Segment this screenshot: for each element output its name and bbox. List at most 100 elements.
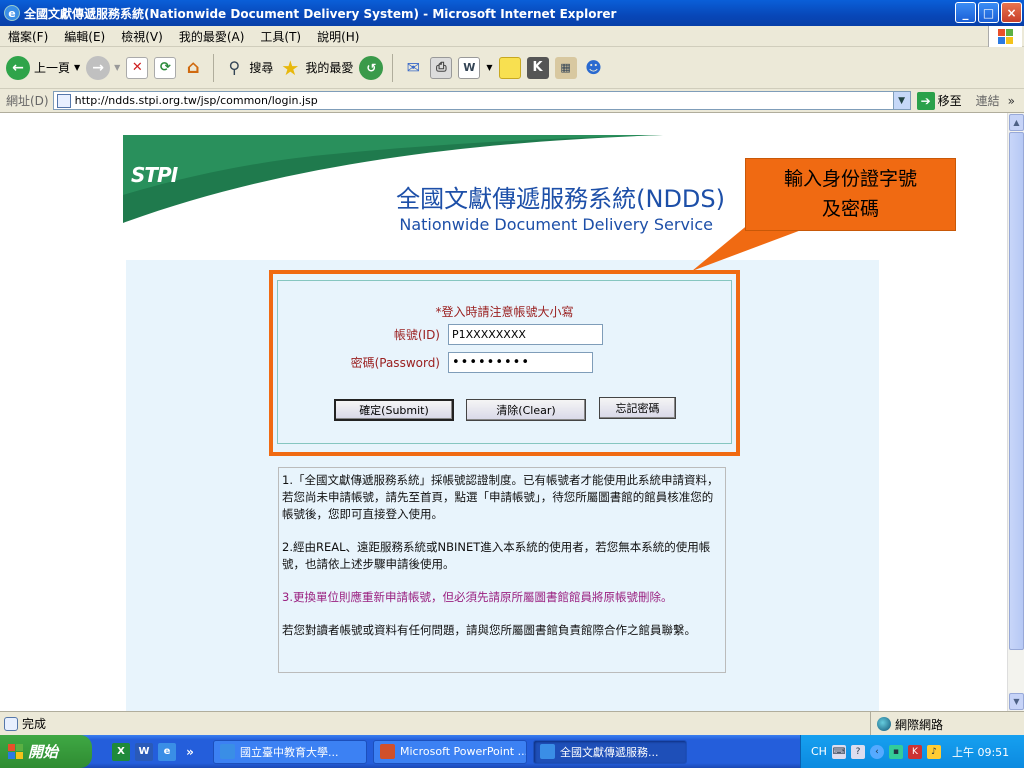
banner-title-en: Nationwide Document Delivery Service [399, 215, 713, 234]
browser-toolbar: ← 上一頁 ▼ → ▼ ✕ ⟳ ⌂ ⚲ 搜尋 ★ 我的最愛 ↺ ✉ ⎙ W ▼ … [0, 47, 1024, 89]
back-arrow-icon: ← [6, 55, 30, 80]
star-icon: ★ [281, 55, 300, 80]
task-label: Microsoft PowerPoint ... [400, 745, 527, 758]
ie-quicklaunch-icon[interactable]: e [158, 742, 176, 761]
mail-icon[interactable]: ✉ [402, 57, 424, 79]
keyboard-icon[interactable]: ⌨ [831, 744, 846, 759]
instruction-2: 2.經由REAL、遠距服務系統或NBINET進入本系統的使用者，若您無本系統的使… [282, 540, 711, 571]
close-button[interactable]: × [1001, 2, 1022, 23]
id-row: 帳號(ID) [338, 324, 603, 345]
status-bar: 完成 網際網路 [0, 711, 1024, 736]
start-label: 開始 [28, 743, 59, 761]
back-button[interactable]: ← 上一頁 ▼ [6, 55, 80, 80]
windows-taskbar: 開始 X W e » 國立臺中教育大學... Microsoft PowerPo… [0, 735, 1024, 768]
favorites-button[interactable]: ★ 我的最愛 [279, 55, 353, 80]
search-button[interactable]: ⚲ 搜尋 [223, 57, 273, 79]
password-label: 密碼(Password) [350, 356, 440, 370]
back-label: 上一頁 [34, 61, 71, 75]
help-icon[interactable]: ? [850, 744, 865, 759]
page-icon [56, 93, 71, 108]
page-viewport: STPI 全國文獻傳遞服務系統(NDDS) Nationwide Documen… [0, 113, 1007, 711]
id-label: 帳號(ID) [393, 328, 440, 342]
refresh-icon[interactable]: ⟳ [154, 56, 177, 79]
maximize-button[interactable]: □ [978, 2, 999, 23]
minimize-button[interactable]: _ [955, 2, 976, 23]
task-button-university[interactable]: 國立臺中教育大學... [213, 739, 367, 764]
toolbar-separator [392, 53, 394, 82]
scroll-up-icon[interactable]: ▲ [1009, 114, 1024, 131]
note-icon[interactable] [498, 56, 521, 79]
messenger-icon[interactable]: ☻ [583, 57, 605, 79]
antivirus-icon[interactable]: K [907, 744, 922, 759]
globe-icon [877, 717, 891, 731]
quicklaunch-more-icon[interactable]: » [181, 743, 199, 761]
vertical-scrollbar[interactable]: ▲ ▼ [1007, 113, 1024, 711]
login-form-highlight: *登入時請注意帳號大小寫 帳號(ID) 密碼(Password) 確定(Subm… [269, 270, 740, 456]
edit-dropdown-icon[interactable]: ▼ [486, 63, 492, 72]
menu-bar: 檔案(F) 編輯(E) 檢視(V) 我的最愛(A) 工具(T) 說明(H) [0, 26, 1024, 47]
case-sensitivity-notice: *登入時請注意帳號大小寫 [435, 305, 574, 319]
research-icon[interactable]: ▦ [554, 56, 577, 79]
address-input[interactable]: http://ndds.stpi.org.tw/jsp/common/login… [52, 91, 911, 110]
word-edit-icon[interactable]: W [458, 56, 481, 79]
task-button-powerpoint[interactable]: Microsoft PowerPoint ... [373, 739, 527, 764]
window-titlebar[interactable]: e 全國文獻傳遞服務系統(Nationwide Document Deliver… [0, 0, 1024, 26]
address-dropdown-icon[interactable]: ▼ [892, 92, 910, 109]
id-input[interactable] [448, 324, 603, 345]
window-controls: _ □ × [955, 2, 1022, 23]
menu-help[interactable]: 說明(H) [309, 28, 367, 45]
ie-task-icon [220, 744, 235, 759]
powerpoint-icon [380, 744, 395, 759]
window-title: 全國文獻傳遞服務系統(Nationwide Document Delivery … [24, 6, 617, 21]
callout-annotation: 輸入身份證字號 及密碼 [745, 158, 956, 231]
task-button-ndds[interactable]: 全國文獻傳遞服務... [533, 739, 687, 764]
scroll-thumb[interactable] [1009, 132, 1024, 650]
task-label: 全國文獻傳遞服務... [560, 745, 659, 759]
network-icon[interactable]: ▪ [888, 744, 903, 759]
forgot-password-button[interactable]: 忘記密碼 [599, 397, 676, 419]
forward-arrow-icon: → [86, 55, 111, 80]
quick-launch: X W e » [92, 742, 213, 761]
menu-favorites[interactable]: 我的最愛(A) [171, 28, 253, 45]
instruction-4: 若您對讀者帳號或資料有任何問題，請與您所屬圖書館負責館際合作之館員聯繫。 [282, 623, 696, 637]
excel-icon[interactable]: X [112, 742, 130, 761]
password-input[interactable] [448, 352, 593, 373]
menu-view[interactable]: 檢視(V) [113, 28, 171, 45]
word-icon[interactable]: W [135, 742, 153, 761]
task-label: 國立臺中教育大學... [240, 745, 339, 759]
home-icon[interactable]: ⌂ [182, 57, 204, 79]
status-text: 完成 [22, 717, 47, 731]
start-button[interactable]: 開始 [0, 735, 92, 768]
go-label: 移至 [937, 94, 962, 108]
tray-back-icon[interactable]: ‹ [869, 744, 884, 759]
instruction-3: 3.更換單位則應重新申請帳號，但必須先請原所屬圖書館館員將原帳號刪除。 [282, 590, 673, 604]
forward-button[interactable]: → ▼ [86, 55, 120, 80]
print-icon[interactable]: ⎙ [430, 56, 453, 79]
links-button[interactable]: 連結 [976, 92, 1000, 109]
status-done: 完成 [0, 715, 46, 732]
go-button[interactable]: ➔ 移至 [916, 91, 962, 110]
history-icon[interactable]: ↺ [359, 55, 384, 80]
menu-edit[interactable]: 編輯(E) [56, 28, 113, 45]
language-indicator[interactable]: CH [811, 745, 827, 758]
links-chevron-icon[interactable]: » [1008, 94, 1015, 108]
address-url[interactable]: http://ndds.stpi.org.tw/jsp/common/login… [75, 94, 318, 107]
scroll-down-icon[interactable]: ▼ [1009, 693, 1024, 710]
go-arrow-icon: ➔ [916, 91, 935, 110]
back-dropdown-icon[interactable]: ▼ [74, 63, 80, 72]
forward-dropdown-icon[interactable]: ▼ [114, 63, 120, 72]
windows-logo-icon [988, 26, 1022, 47]
menu-file[interactable]: 檔案(F) [0, 28, 56, 45]
k-icon[interactable]: K [526, 56, 549, 79]
instruction-1: 1.「全國文獻傳遞服務系統」採帳號認證制度。已有帳號者才能使用此系統申請資料，若… [282, 473, 719, 521]
menu-tools[interactable]: 工具(T) [252, 28, 309, 45]
volume-icon[interactable]: ♪ [926, 744, 941, 759]
submit-button[interactable]: 確定(Submit) [334, 399, 454, 421]
clear-button[interactable]: 清除(Clear) [466, 399, 586, 421]
stop-icon[interactable]: ✕ [126, 56, 149, 79]
system-tray: CH ⌨ ? ‹ ▪ K ♪ 上午 09:51 [800, 735, 1024, 768]
banner-title-zh: 全國文獻傳遞服務系統(NDDS) [396, 185, 725, 213]
login-instructions: 1.「全國文獻傳遞服務系統」採帳號認證制度。已有帳號者才能使用此系統申請資料，若… [278, 467, 726, 673]
address-label: 網址(D) [6, 94, 49, 108]
password-row: 密碼(Password) [338, 352, 593, 373]
